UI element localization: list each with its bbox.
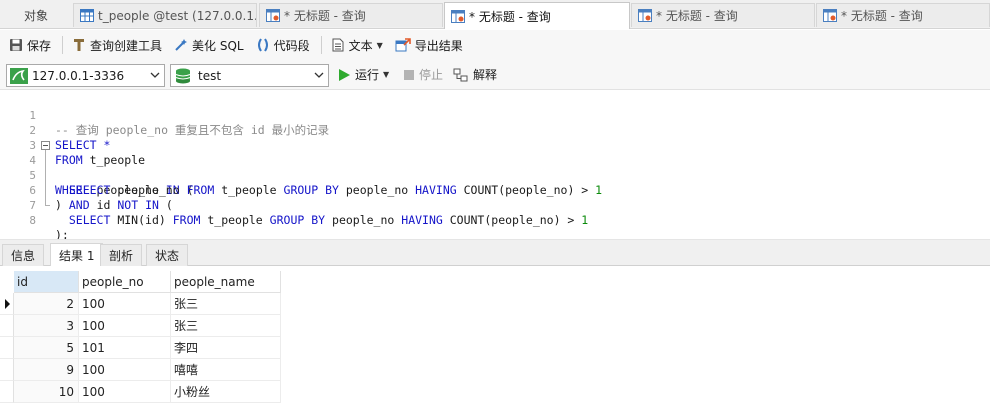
table-cell[interactable]: 101	[79, 337, 171, 359]
table-cell[interactable]: 3	[14, 315, 79, 337]
toolbar-divider	[62, 36, 64, 54]
text-mode-button[interactable]: 文本 ▼	[328, 33, 386, 57]
explain-icon	[453, 68, 468, 81]
save-icon	[10, 39, 22, 51]
query-table-icon	[638, 9, 652, 22]
tab-label: * 无标题 - 查询	[841, 9, 923, 23]
editor-line: 2 SELECT *	[0, 108, 990, 152]
tab-label: * 无标题 - 查询	[469, 9, 551, 24]
editor-line: 3 FROM t_people	[0, 123, 990, 167]
current-row-arrow-icon	[5, 299, 10, 309]
tab-query-4[interactable]: * 无标题 - 查询	[816, 3, 990, 27]
query-table-icon	[823, 9, 837, 22]
fold-guide	[45, 150, 46, 205]
stop-button[interactable]: 停止	[403, 66, 443, 83]
editor-line: 1 -- 查询 people_no 重复且不包含 id 最小的记录	[0, 93, 990, 137]
column-header-people-no[interactable]: people_no	[79, 271, 171, 293]
tab-label: t_people @test (127.0.0.1...	[98, 8, 257, 23]
tab-label: 对象	[24, 8, 49, 23]
editor-line: 8 );	[0, 198, 990, 242]
save-button[interactable]: 保存	[6, 33, 54, 57]
fold-guide-end	[45, 205, 50, 206]
query-builder-button[interactable]: 查询创建工具	[69, 33, 165, 57]
row-indicator[interactable]	[0, 381, 14, 403]
query-builder-icon	[74, 39, 85, 51]
row-indicator[interactable]	[0, 293, 14, 315]
dropdown-caret-icon: ▼	[376, 40, 383, 50]
magic-wand-icon	[175, 39, 188, 51]
tab-query-1[interactable]: * 无标题 - 查询	[259, 3, 443, 27]
chevron-down-icon	[314, 72, 324, 78]
table-cell[interactable]: 2	[14, 293, 79, 315]
row-indicator[interactable]	[0, 337, 14, 359]
run-dropdown-caret-icon[interactable]: ▼	[383, 70, 389, 79]
table-cell[interactable]: 9	[14, 359, 79, 381]
beautify-sql-button[interactable]: 美化 SQL	[171, 33, 247, 57]
stop-icon	[404, 69, 414, 80]
table-cell[interactable]: 5	[14, 337, 79, 359]
tab-query-active[interactable]: * 无标题 - 查询	[444, 2, 630, 29]
table-cell[interactable]: 100	[79, 293, 171, 315]
toolbar-divider	[320, 36, 322, 54]
editor-line: 5 SELECT people_no FROM t_people GROUP B…	[0, 153, 990, 197]
connection-bar: 127.0.0.1-3336 test 运行 ▼ 停止 解释	[0, 60, 990, 90]
chevron-down-icon	[150, 72, 160, 78]
line-number: 8	[29, 214, 36, 227]
tab-profile[interactable]: 剖析	[100, 244, 143, 266]
mysql-connection-icon	[10, 67, 28, 84]
database-select-value: test	[198, 68, 222, 83]
result-grid: id people_no people_name 2 100 张三 3 100 …	[0, 267, 990, 408]
fold-toggle-icon[interactable]	[41, 141, 50, 150]
table-cell[interactable]: 100	[79, 359, 171, 381]
query-table-icon	[266, 9, 280, 22]
tab-info[interactable]: 信息	[2, 244, 45, 266]
server-select-value: 127.0.0.1-3336	[32, 68, 125, 83]
tab-result-1[interactable]: 结果 1	[50, 243, 104, 266]
tab-objects[interactable]: 对象	[0, 3, 72, 27]
table-cell[interactable]: 10	[14, 381, 79, 403]
server-select[interactable]: 127.0.0.1-3336	[6, 64, 165, 87]
database-icon	[175, 68, 191, 83]
play-icon	[339, 68, 350, 81]
export-results-button[interactable]: 导出结果	[392, 33, 466, 57]
tab-label: * 无标题 - 查询	[284, 9, 366, 23]
table-cell[interactable]: 100	[79, 315, 171, 337]
export-icon	[395, 38, 411, 52]
sql-code: SELECT MIN(id) FROM t_people GROUP BY pe…	[68, 213, 589, 227]
database-select[interactable]: test	[170, 64, 329, 87]
query-table-icon	[451, 9, 465, 23]
tab-status[interactable]: 状态	[146, 244, 189, 266]
editor-line: 6 ) AND id NOT IN (	[0, 168, 990, 212]
table-cell[interactable]: 张三	[171, 315, 281, 337]
table-cell[interactable]: 嘻嘻	[171, 359, 281, 381]
table-cell[interactable]: 100	[79, 381, 171, 403]
explain-button[interactable]: 解释	[453, 66, 497, 83]
sql-editor[interactable]: 1 -- 查询 people_no 重复且不包含 id 最小的记录 2 SELE…	[0, 91, 990, 242]
tab-strip: 对象 t_people @test (127.0.0.1... * 无标题 - …	[0, 0, 990, 29]
document-icon	[332, 38, 344, 52]
table-cell[interactable]: 李四	[171, 337, 281, 359]
table-cell[interactable]: 张三	[171, 293, 281, 315]
run-button[interactable]: 运行 ▼	[338, 66, 389, 83]
tab-label: * 无标题 - 查询	[656, 9, 738, 23]
parentheses-icon	[257, 38, 268, 52]
editor-line: 4 WHERE people_no IN (	[0, 138, 990, 197]
column-header-people-name[interactable]: people_name	[171, 271, 281, 293]
row-indicator[interactable]	[0, 359, 14, 381]
editor-line: 7 SELECT MIN(id) FROM t_people GROUP BY …	[0, 183, 990, 227]
column-header-id[interactable]: id	[14, 271, 79, 293]
code-snippet-button[interactable]: 代码段	[253, 33, 313, 57]
table-icon	[80, 9, 94, 22]
tab-table-t-people[interactable]: t_people @test (127.0.0.1...	[73, 3, 257, 27]
query-toolbar: 保存 查询创建工具 美化 SQL 代码段 文本 ▼ 导出结果	[0, 30, 990, 60]
row-indicator[interactable]	[0, 315, 14, 337]
table-cell[interactable]: 小粉丝	[171, 381, 281, 403]
result-tabs: 信息 结果 1 剖析 状态	[0, 242, 990, 266]
tab-query-3[interactable]: * 无标题 - 查询	[631, 3, 815, 27]
